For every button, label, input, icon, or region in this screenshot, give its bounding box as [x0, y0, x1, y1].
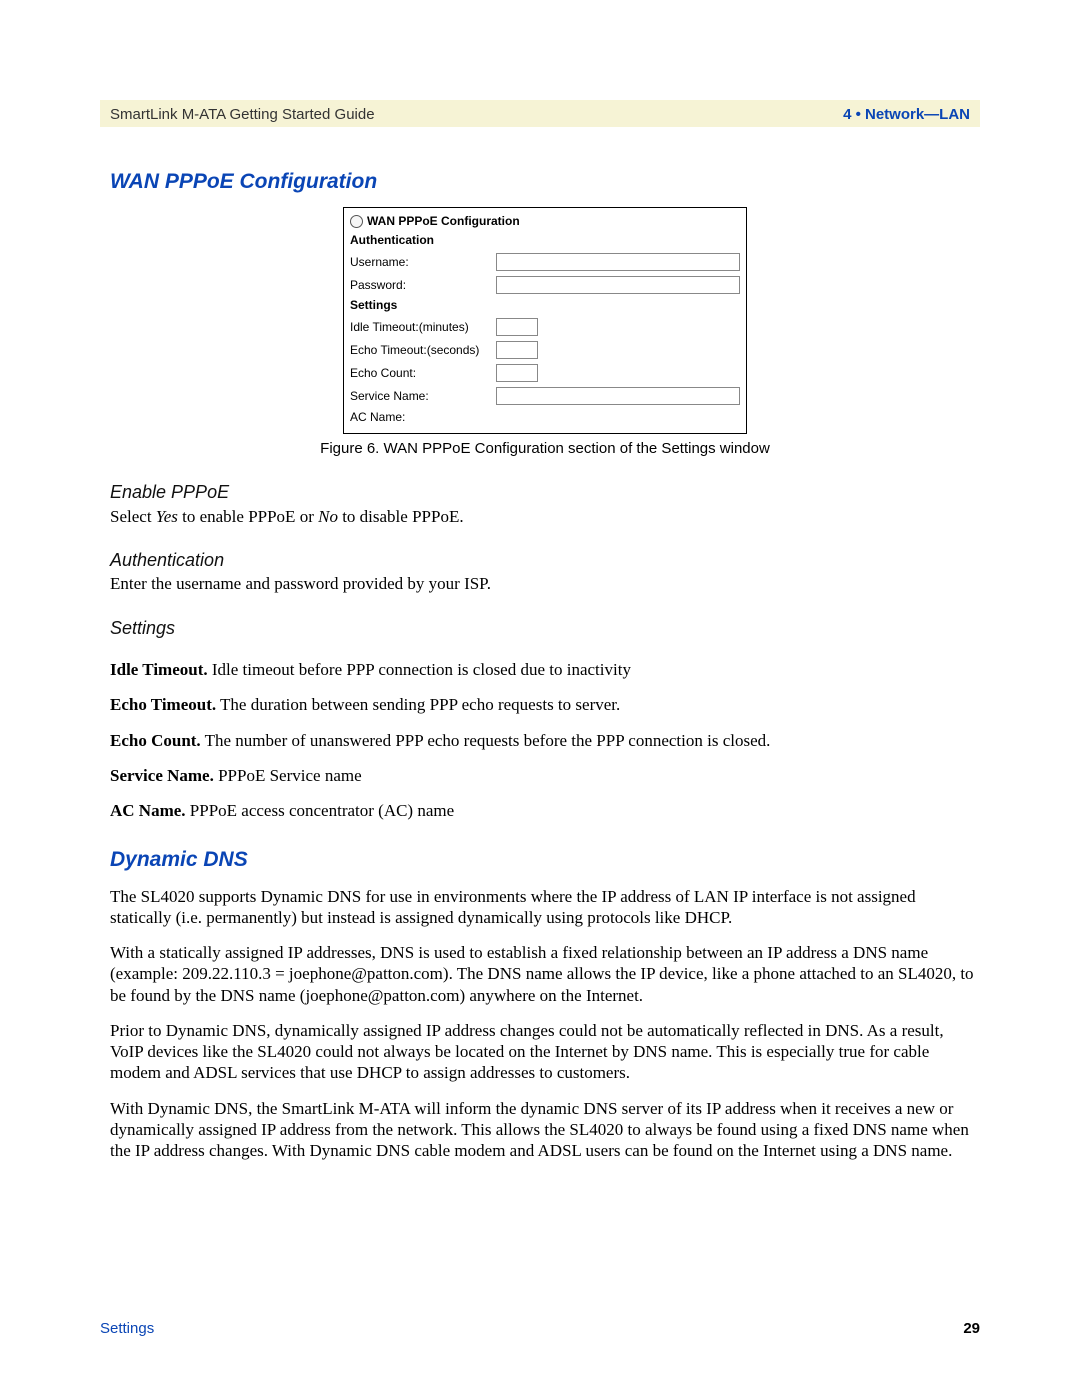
- auth-header: Authentication: [350, 233, 740, 248]
- radio-icon[interactable]: [350, 215, 363, 228]
- figure-6: WAN PPPoE Configuration Authentication U…: [110, 207, 980, 459]
- echo-count-label: Echo Count:: [350, 366, 490, 381]
- subheading-enable-pppoe: Enable PPPoE: [110, 481, 980, 504]
- username-label: Username:: [350, 255, 490, 270]
- definition: The number of unanswered PPP echo reques…: [201, 731, 771, 750]
- password-input[interactable]: [496, 276, 740, 294]
- password-label: Password:: [350, 278, 490, 293]
- service-name-input[interactable]: [496, 387, 740, 405]
- term: Service Name.: [110, 766, 214, 785]
- page-number: 29: [963, 1320, 980, 1337]
- text-fragment: to disable PPPoE.: [338, 507, 464, 526]
- settings-header: Settings: [350, 298, 740, 313]
- text-yes: Yes: [156, 507, 178, 526]
- doc-title: SmartLink M-ATA Getting Started Guide: [110, 106, 375, 123]
- section-heading-wan-pppoe: WAN PPPoE Configuration: [110, 169, 980, 195]
- echo-timeout-label: Echo Timeout:(seconds): [350, 343, 490, 358]
- echo-timeout-input[interactable]: [496, 341, 538, 359]
- echo-count-input[interactable]: [496, 364, 538, 382]
- echo-count-text: Echo Count. The number of unanswered PPP…: [110, 730, 980, 751]
- idle-timeout-input[interactable]: [496, 318, 538, 336]
- figure-caption: Figure 6. WAN PPPoE Configuration sectio…: [110, 440, 980, 459]
- page-footer: Settings 29: [100, 1320, 980, 1337]
- subheading-settings: Settings: [110, 617, 980, 640]
- definition: Idle timeout before PPP connection is cl…: [208, 660, 631, 679]
- page-header: SmartLink M-ATA Getting Started Guide 4 …: [100, 100, 980, 127]
- page: SmartLink M-ATA Getting Started Guide 4 …: [0, 0, 1080, 1397]
- ddns-p3: Prior to Dynamic DNS, dynamically assign…: [110, 1020, 980, 1084]
- idle-timeout-text: Idle Timeout. Idle timeout before PPP co…: [110, 659, 980, 680]
- text-no: No: [318, 507, 338, 526]
- definition: PPPoE Service name: [214, 766, 362, 785]
- definition: PPPoE access concentrator (AC) name: [186, 801, 455, 820]
- term: AC Name.: [110, 801, 186, 820]
- chapter-title: 4 • Network—LAN: [843, 106, 970, 123]
- text-fragment: Select: [110, 507, 156, 526]
- idle-timeout-label: Idle Timeout:(minutes): [350, 320, 490, 335]
- ddns-p2: With a statically assigned IP addresses,…: [110, 942, 980, 1006]
- ddns-p1: The SL4020 supports Dynamic DNS for use …: [110, 886, 980, 929]
- page-content: WAN PPPoE Configuration WAN PPPoE Config…: [110, 155, 980, 1175]
- authentication-text: Enter the username and password provided…: [110, 573, 980, 594]
- text-fragment: to enable PPPoE or: [178, 507, 318, 526]
- ac-name-text: AC Name. PPPoE access concentrator (AC) …: [110, 800, 980, 821]
- footer-section: Settings: [100, 1320, 154, 1337]
- definition: The duration between sending PPP echo re…: [216, 695, 620, 714]
- service-name-text: Service Name. PPPoE Service name: [110, 765, 980, 786]
- ddns-p4: With Dynamic DNS, the SmartLink M-ATA wi…: [110, 1098, 980, 1162]
- pppoe-config-panel: WAN PPPoE Configuration Authentication U…: [343, 207, 747, 434]
- enable-pppoe-text: Select Yes to enable PPPoE or No to disa…: [110, 506, 980, 527]
- subheading-authentication: Authentication: [110, 549, 980, 572]
- echo-timeout-text: Echo Timeout. The duration between sendi…: [110, 694, 980, 715]
- term: Idle Timeout.: [110, 660, 208, 679]
- term: Echo Timeout.: [110, 695, 216, 714]
- username-input[interactable]: [496, 253, 740, 271]
- ac-name-label: AC Name:: [350, 410, 490, 425]
- term: Echo Count.: [110, 731, 201, 750]
- section-heading-dynamic-dns: Dynamic DNS: [110, 847, 980, 873]
- service-name-label: Service Name:: [350, 389, 490, 404]
- panel-title: WAN PPPoE Configuration: [367, 214, 520, 229]
